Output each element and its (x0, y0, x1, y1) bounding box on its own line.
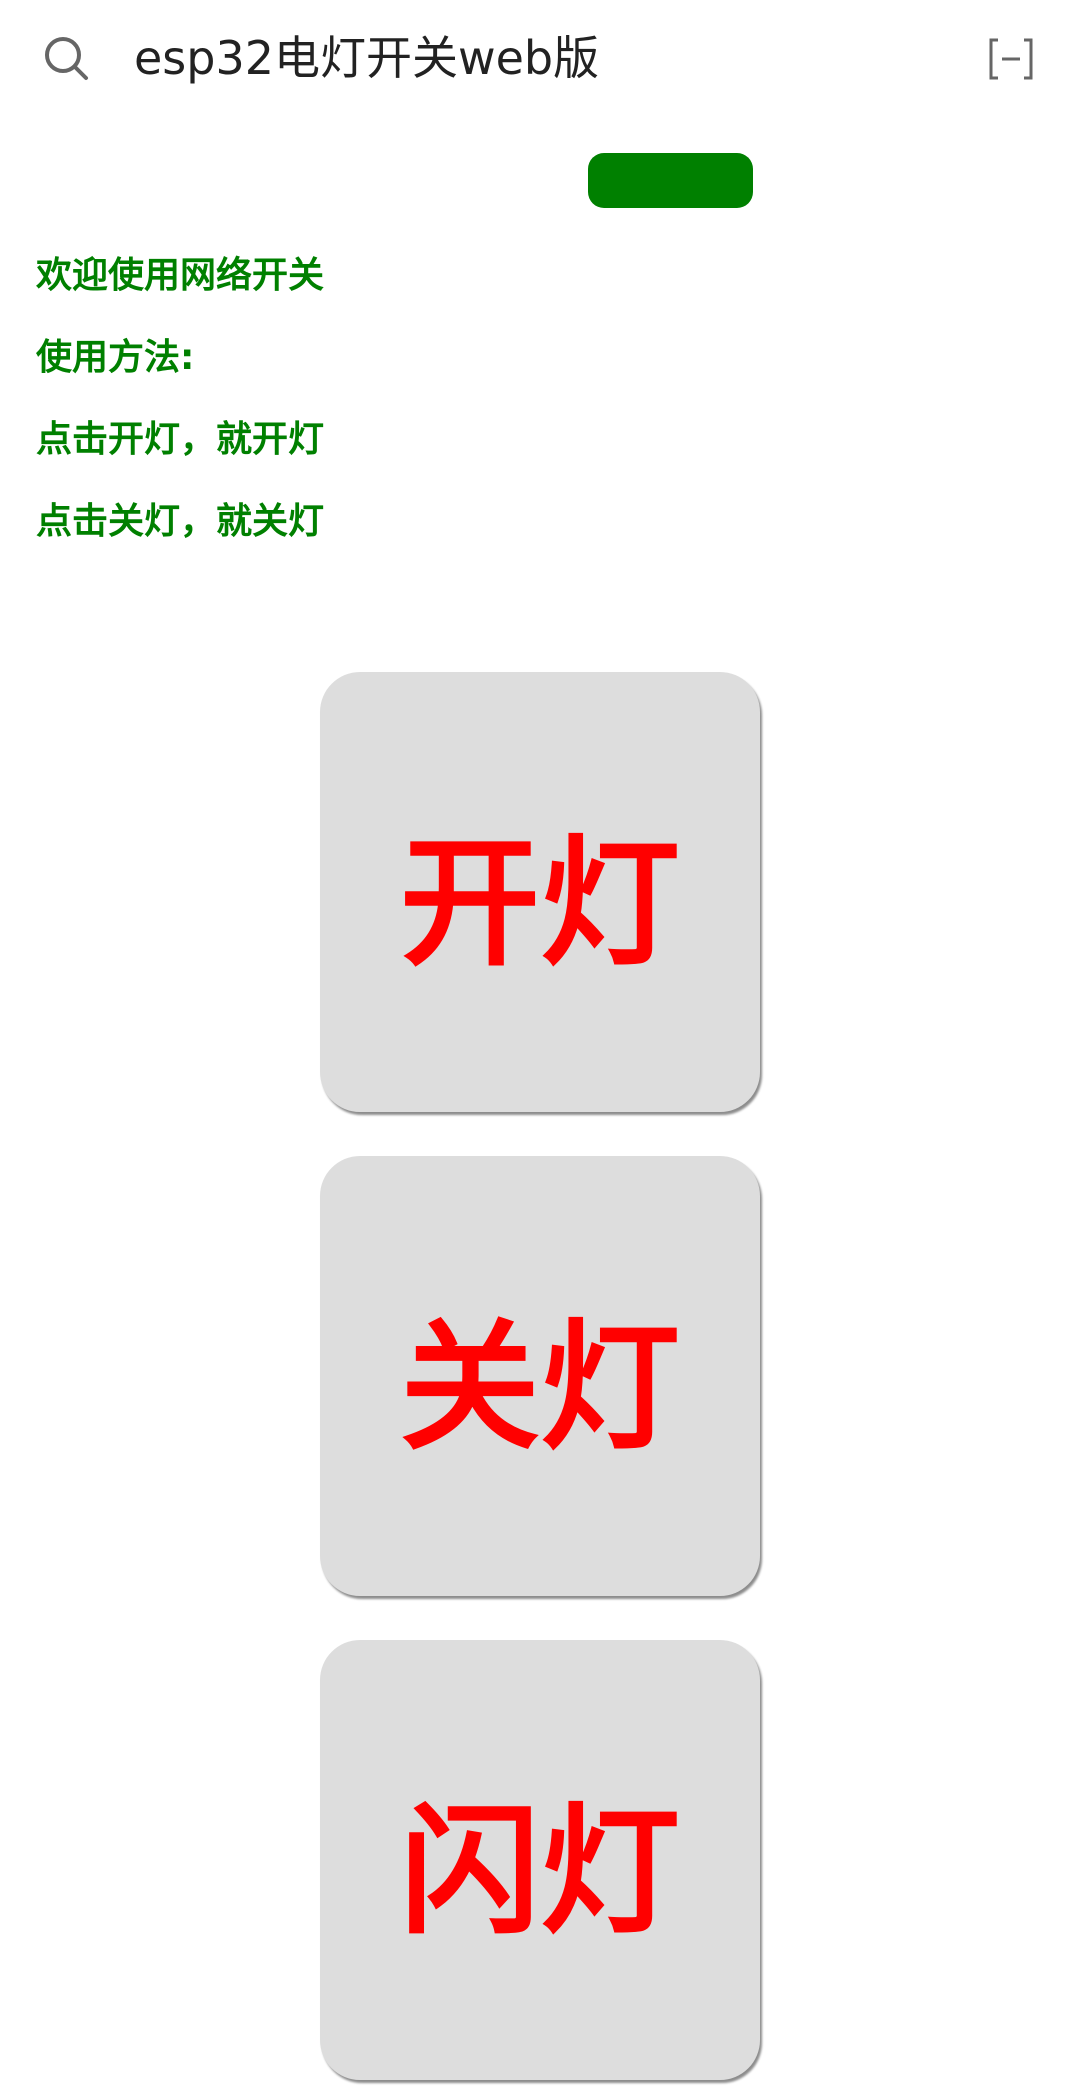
status-indicator (588, 153, 753, 208)
page-title: esp32电灯开关web版 (134, 31, 600, 85)
usage-on-text: 点击开灯，就开灯 (36, 419, 325, 460)
light-off-button[interactable]: 关灯 (320, 1156, 760, 1596)
minimize-icon[interactable] (986, 34, 1036, 84)
light-on-button[interactable]: 开灯 (320, 672, 760, 1112)
usage-off-text: 点击关灯，就关灯 (36, 501, 325, 542)
top-bar: esp32电灯开关web版 (0, 0, 1076, 116)
search-icon[interactable] (42, 34, 92, 84)
usage-heading: 使用方法: (36, 337, 195, 378)
intro-text: 欢迎使用网络开关 使用方法: 点击开灯，就开灯 点击关灯，就关灯 (36, 235, 736, 563)
light-flash-button[interactable]: 闪灯 (320, 1640, 760, 2080)
welcome-text: 欢迎使用网络开关 (36, 255, 325, 296)
